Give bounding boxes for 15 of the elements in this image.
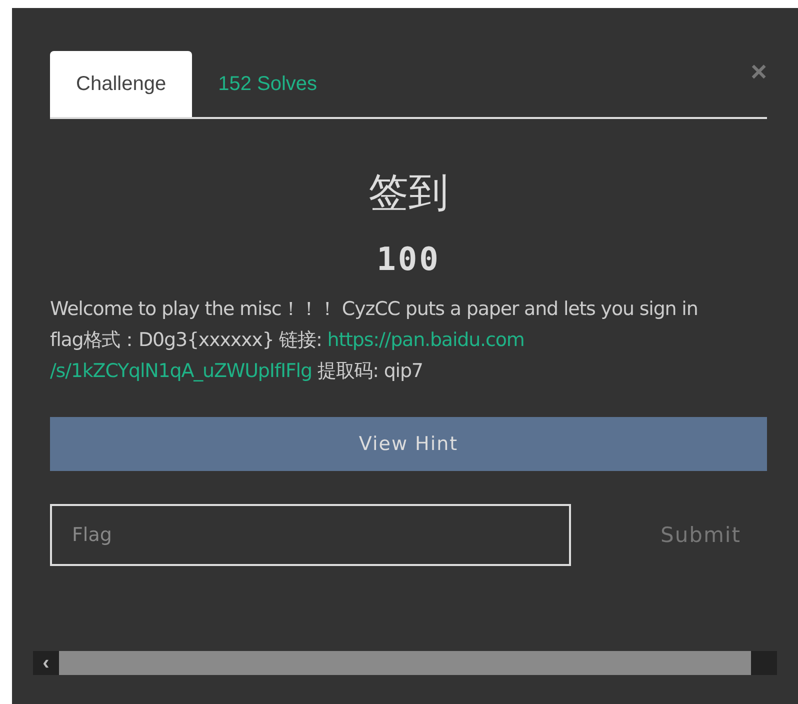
scroll-left-button[interactable]: ‹ (33, 651, 59, 675)
challenge-points: 100 (376, 240, 440, 278)
tab[interactable]: Challenge (50, 51, 192, 117)
challenge-title: 签到 (368, 169, 448, 218)
description-text: 提取码: qip7 (316, 359, 423, 384)
description-text: Welcome to play the misc！！！ CyzCC puts a paper and lets you sign in (50, 297, 698, 322)
view-hint-button[interactable]: View Hint (50, 417, 767, 471)
flag-input[interactable]: Flag (50, 504, 571, 566)
description-text: flag格式：D0g3{xxxxxx} 链接: (50, 328, 323, 353)
submit-button[interactable]: Submit (654, 522, 747, 548)
close-button[interactable]: × (750, 58, 767, 86)
scrollbar[interactable]: ‹ (33, 651, 777, 675)
tab[interactable]: 152 Solves (192, 51, 344, 117)
link[interactable]: https://pan.baidu.com (327, 325, 524, 356)
link[interactable]: /s/1kZCYqlN1qA_uZWUpIfIFlg (50, 356, 312, 387)
